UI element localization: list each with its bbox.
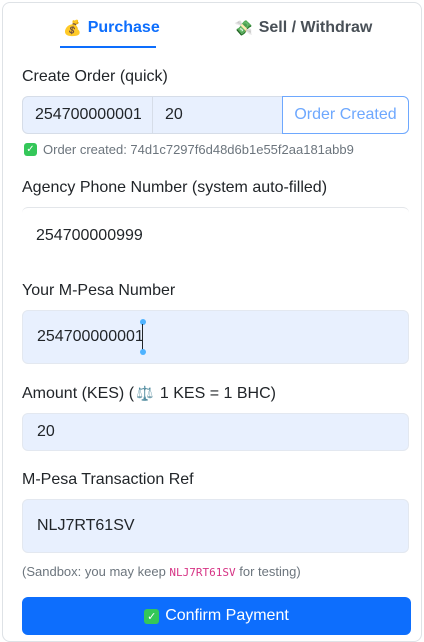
- tab-bar: 💰 Purchase 💸 Sell / Withdraw: [3, 3, 423, 49]
- sandbox-hint: (Sandbox: you may keep NLJ7RT61SV for te…: [22, 564, 301, 579]
- mpesa-number-value: 254700000001: [37, 328, 144, 345]
- tab-purchase-label: Purchase: [87, 19, 160, 36]
- mpesa-number-label: Your M-Pesa Number: [22, 282, 176, 299]
- tab-purchase[interactable]: 💰 Purchase: [63, 19, 160, 37]
- payment-card: 💰 Purchase 💸 Sell / Withdraw Create Orde…: [2, 2, 422, 642]
- amount-label-prefix: Amount (KES) (: [22, 385, 135, 402]
- tab-sell-withdraw[interactable]: 💸 Sell / Withdraw: [234, 19, 372, 37]
- quick-order-phone-input[interactable]: 254700000001: [22, 96, 153, 134]
- amount-input[interactable]: 20: [22, 413, 409, 451]
- confirm-payment-label: Confirm Payment: [165, 607, 289, 624]
- money-bag-icon: 💰: [63, 19, 82, 37]
- quick-order-group: 254700000001 20 Order Created: [22, 96, 409, 134]
- tab-sell-label: Sell / Withdraw: [258, 19, 373, 36]
- amount-label-suffix: 1 KES = 1 BHC): [155, 385, 276, 402]
- confirm-payment-button[interactable]: ✓ Confirm Payment: [22, 597, 411, 635]
- check-mark-icon: ✓: [144, 608, 160, 624]
- hint-prefix: (Sandbox: you may keep: [22, 564, 170, 579]
- agency-phone-value: 254700000999: [36, 226, 143, 244]
- scale-icon: ⚖️: [136, 385, 154, 401]
- active-tab-indicator: [60, 46, 156, 48]
- agency-phone-label: Agency Phone Number (system auto-filled): [22, 179, 328, 196]
- text-selection-handle-bottom[interactable]: [140, 349, 146, 355]
- quick-order-amount-input[interactable]: 20: [153, 96, 282, 134]
- text-selection-handle-top[interactable]: [140, 319, 146, 325]
- quick-order-label: Create Order (quick): [22, 68, 168, 85]
- hint-code: NLJ7RT61SV: [169, 566, 236, 579]
- order-status-text: Order created: 74d1c7297f6d48d6b1e55f2aa…: [43, 142, 354, 157]
- tx-ref-label: M-Pesa Transaction Ref: [22, 471, 194, 488]
- order-status: ✓ Order created: 74d1c7297f6d48d6b1e55f2…: [24, 142, 354, 157]
- check-mark-icon: ✓: [24, 143, 37, 156]
- tx-ref-value: NLJ7RT61SV: [37, 517, 135, 534]
- amount-value: 20: [37, 423, 55, 440]
- agency-phone-field: 254700000999: [22, 207, 409, 263]
- hint-suffix: for testing): [235, 564, 301, 579]
- order-created-button[interactable]: Order Created: [282, 96, 409, 134]
- amount-label: Amount (KES) (⚖️ 1 KES = 1 BHC): [22, 385, 276, 403]
- money-wings-icon: 💸: [234, 19, 253, 37]
- tx-ref-input[interactable]: NLJ7RT61SV: [22, 499, 409, 553]
- mpesa-number-input[interactable]: 254700000001: [22, 310, 409, 364]
